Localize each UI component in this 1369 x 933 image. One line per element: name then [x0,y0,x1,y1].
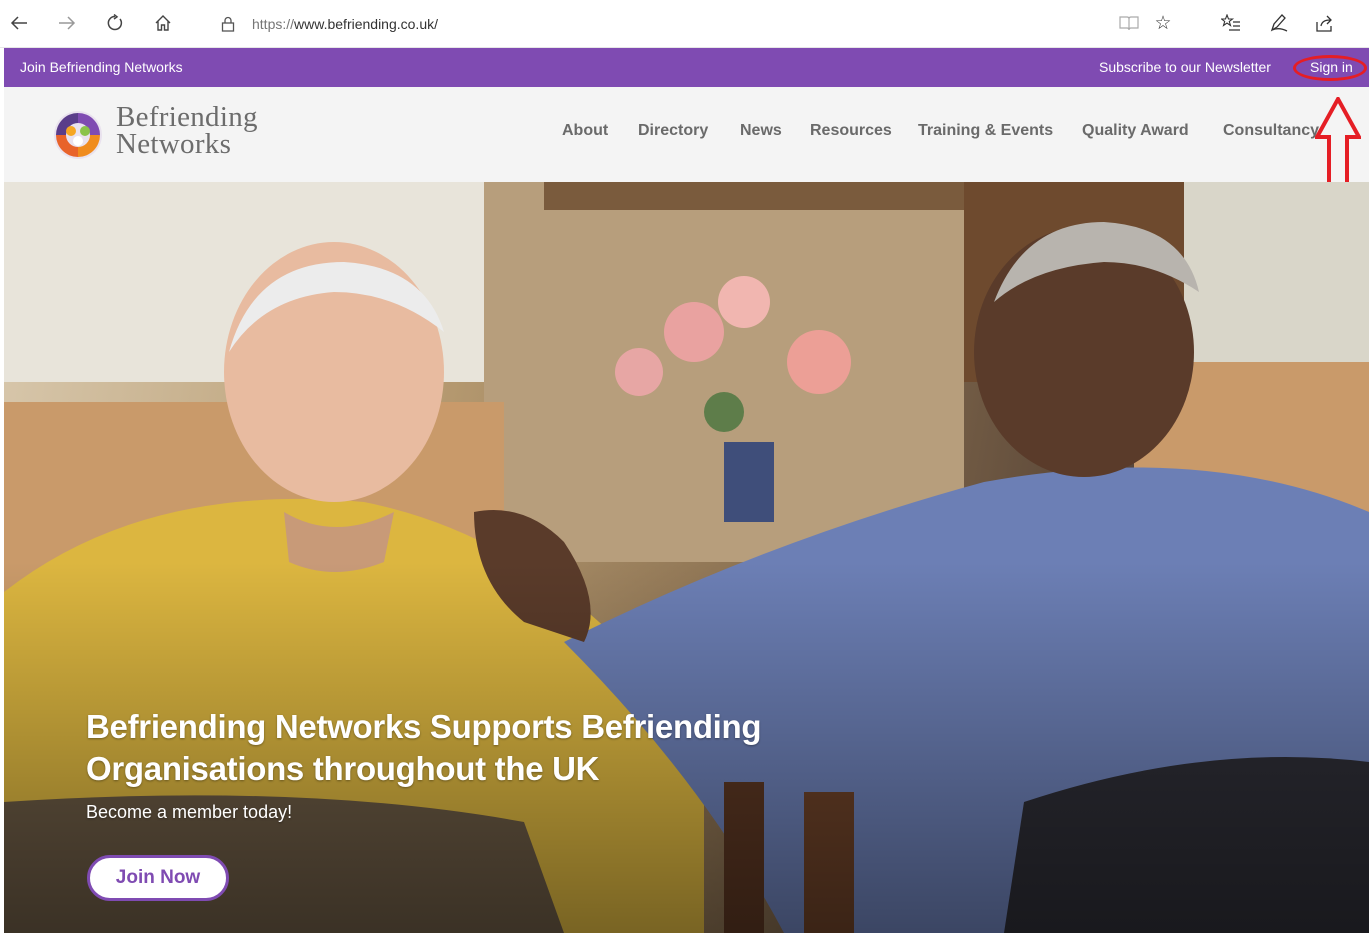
favorites-list-icon[interactable] [1219,11,1243,35]
hero-subtitle: Become a member today! [86,802,293,822]
nav-news[interactable]: News [740,122,782,140]
address-bar[interactable]: https://www.befriending.co.uk/ [206,8,1369,40]
join-link[interactable]: Join Befriending Networks [20,59,183,75]
site-header: Befriending Networks About Directory New… [4,87,1369,182]
main-nav: About Directory News Resources Training … [4,122,1369,146]
nav-consultancy[interactable]: Consultancy [1223,122,1319,140]
nav-quality-award[interactable]: Quality Award [1082,122,1189,140]
refresh-icon[interactable] [102,10,128,36]
nav-resources[interactable]: Resources [810,122,892,140]
sign-in-highlight-circle [1293,55,1367,81]
hero-banner: Befriending Networks Supports Befriendin… [4,182,1369,933]
hero-title-line-1: Befriending Networks Supports Befriendin… [86,708,762,745]
nav-about[interactable]: About [562,122,608,140]
hero-title-line-2: Organisations throughout the UK [86,750,600,787]
pen-icon[interactable] [1267,11,1291,35]
back-icon[interactable] [6,10,32,36]
home-icon[interactable] [150,10,176,36]
browser-toolbar: https://www.befriending.co.uk/ ☆ [0,0,1369,48]
reading-view-icon[interactable] [1117,11,1141,35]
favorite-icon[interactable]: ☆ [1151,11,1175,35]
hero-title: Befriending Networks Supports Befriendin… [86,706,846,790]
forward-icon[interactable] [54,10,80,36]
site-top-strip: Join Befriending Networks Subscribe to o… [4,48,1369,87]
share-icon[interactable] [1313,11,1337,35]
join-now-button[interactable]: Join Now [87,855,229,901]
url-protocol: https:// [252,16,295,32]
nav-directory[interactable]: Directory [638,122,708,140]
subscribe-newsletter-link[interactable]: Subscribe to our Newsletter [1099,59,1271,75]
url-host: www.befriending.co.uk/ [294,16,438,32]
lock-icon [218,14,238,34]
nav-training-events[interactable]: Training & Events [918,122,1053,140]
